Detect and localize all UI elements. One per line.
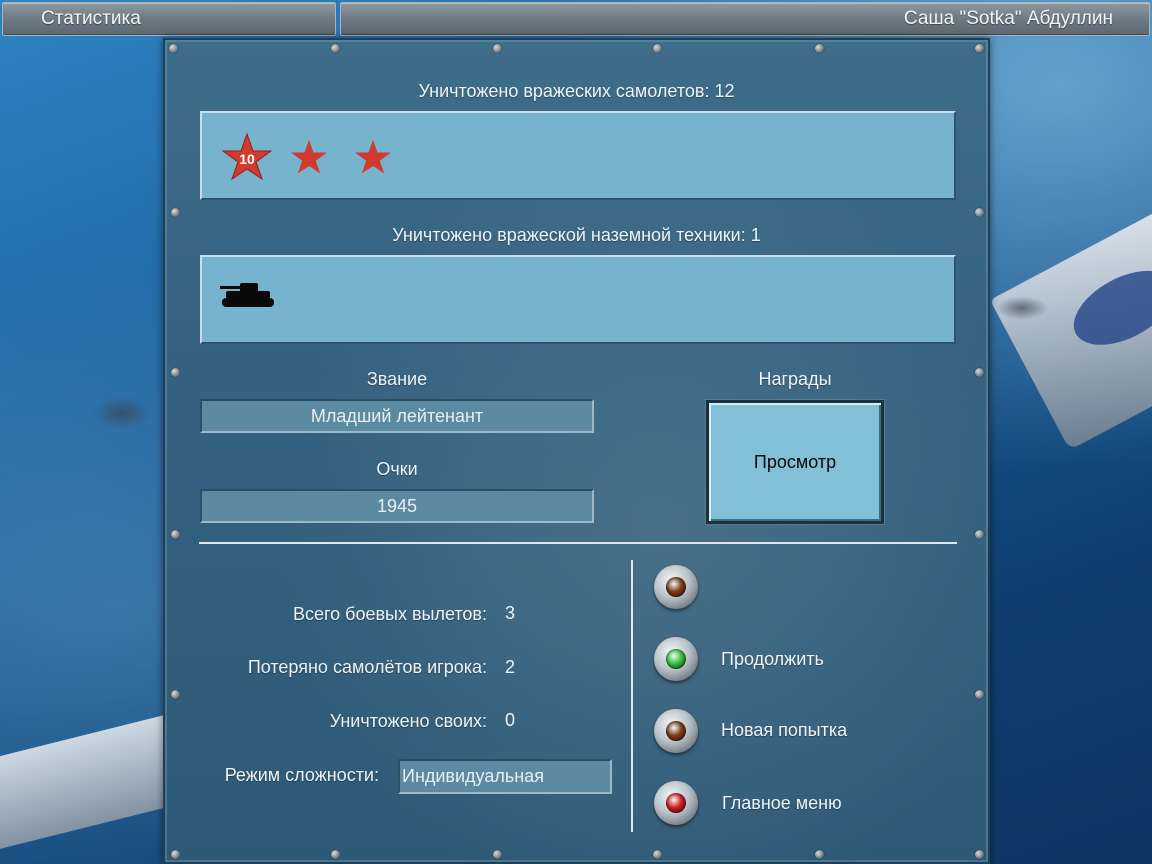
rivet-icon: [975, 44, 984, 53]
lamp-icon: [666, 577, 686, 597]
star-ten-icon: 10: [222, 133, 272, 181]
rank-label: Звание: [366, 369, 428, 389]
player-name: Саша "Sotka" Абдуллин: [340, 2, 1150, 36]
rivet-icon: [815, 850, 824, 859]
retry-knob[interactable]: [654, 709, 698, 753]
awards-label: Награды: [758, 369, 832, 389]
tank-icon: [220, 283, 274, 307]
main-menu-knob[interactable]: [654, 781, 698, 825]
star-icon: [291, 139, 327, 174]
main-menu-button[interactable]: Главное меню: [722, 793, 842, 814]
rivet-icon: [331, 850, 340, 859]
menu-knob-blank[interactable]: [654, 565, 698, 609]
rank-field: Младший лейтенант: [200, 399, 594, 433]
rivet-icon: [171, 208, 180, 217]
score-field: 1945: [200, 489, 594, 523]
rivet-icon: [975, 368, 984, 377]
insignia-icon: [1061, 255, 1152, 361]
sorties-label: Всего боевых вылетов:: [292, 604, 487, 624]
rivet-icon: [493, 44, 502, 53]
screen-title: Статистика: [2, 2, 336, 36]
rivet-icon: [975, 690, 984, 699]
rivet-icon: [653, 850, 662, 859]
lost-planes-label: Потеряно самолётов игрока:: [247, 657, 487, 677]
rivet-icon: [653, 44, 662, 53]
ground-kills-label: Уничтожено вражеской наземной техники: 1: [392, 225, 761, 245]
view-awards-button[interactable]: Просмотр: [706, 400, 884, 524]
rivet-icon: [975, 850, 984, 859]
rivet-icon: [171, 850, 180, 859]
retry-button[interactable]: Новая попытка: [721, 720, 847, 741]
rivet-icon: [815, 44, 824, 53]
title-bar: Статистика Саша "Sotka" Абдуллин: [0, 0, 1152, 37]
section-divider: [199, 542, 957, 544]
star-icon: [355, 139, 391, 174]
rivet-icon: [975, 208, 984, 217]
statistics-panel: Уничтожено вражеских самолетов: 12 10 Ун…: [163, 38, 990, 864]
continue-knob[interactable]: [654, 637, 698, 681]
continue-button[interactable]: Продолжить: [721, 649, 824, 670]
rivet-icon: [975, 530, 984, 539]
lamp-icon: [666, 793, 686, 813]
friendly-kills-value: 0: [505, 710, 516, 730]
rivet-icon: [171, 690, 180, 699]
rivet-icon: [331, 44, 340, 53]
ground-kills-box: [200, 255, 956, 344]
lamp-icon: [666, 721, 686, 741]
rivet-icon: [169, 44, 178, 53]
score-label: Очки: [376, 459, 418, 479]
air-kills-box: 10: [200, 111, 956, 200]
rivet-icon: [493, 850, 502, 859]
lamp-icon: [666, 649, 686, 669]
difficulty-label: Режим сложности:: [224, 765, 379, 785]
difficulty-field: Индивидуальная: [398, 759, 612, 794]
rivet-icon: [171, 368, 180, 377]
background-plane-icon: [996, 296, 1048, 320]
star-ten-number: 10: [239, 151, 255, 167]
sorties-value: 3: [505, 603, 516, 623]
friendly-kills-label: Уничтожено своих:: [329, 711, 487, 731]
background-plane-icon: [92, 396, 152, 430]
column-divider: [631, 560, 633, 832]
air-kills-label: Уничтожено вражеских самолетов: 12: [418, 81, 735, 101]
lost-planes-value: 2: [505, 657, 516, 677]
rivet-icon: [171, 530, 180, 539]
